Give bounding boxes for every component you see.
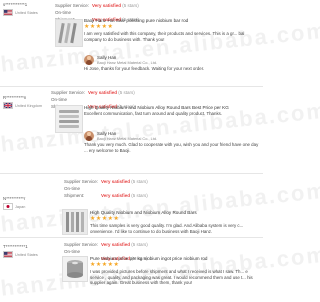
jp-flag-icon (3, 203, 13, 210)
buyer-name: R**********n (3, 95, 27, 100)
divider (0, 86, 263, 87)
reply-text: Hi Jose, thanks for your feedback. Waiti… (84, 66, 205, 71)
buyer-country: United States (3, 9, 38, 16)
review-content: High Quality Niobium and Niobium Alloy R… (84, 105, 260, 117)
country-name: United Kingdom (15, 103, 43, 108)
supplier-service-stars: (5 stars) (131, 179, 148, 184)
country-name: United States (15, 252, 38, 257)
country-name: United States (15, 10, 38, 15)
review-comment: I am very satisfied with this company, t… (84, 31, 245, 42)
product-thumbnail[interactable] (55, 105, 83, 133)
review-comment: This time samples is very good quality. … (90, 223, 244, 234)
divider (0, 237, 263, 238)
review-content: Pure niobium price per kg niobium ingot … (90, 256, 260, 286)
seller-company: Baoji Hanz Metal Material Co., Ltd. (97, 136, 158, 141)
buyer-country: Japan (3, 203, 25, 210)
supplier-service-label: Supplier Service: (55, 3, 90, 8)
us-flag-icon (3, 9, 13, 16)
buyer-country: United States (3, 251, 38, 258)
review-stars: ★★★★★ (90, 262, 120, 268)
buyer-country: United Kingdom (3, 102, 42, 109)
seller-reply: Sally Han Baoji Hanz Metal Material Co.,… (84, 131, 260, 153)
product-thumbnail[interactable] (55, 19, 83, 47)
us-flag-icon (3, 251, 13, 258)
buyer-info: s***********1 United States (3, 2, 38, 16)
supplier-service-label: Supplier Service: (51, 90, 86, 95)
seller-avatar (84, 55, 94, 65)
on-time-shipment-stars: (5 stars) (131, 193, 148, 198)
buyer-name: s***********1 (3, 2, 28, 7)
review-stars: ★★★★★ (90, 216, 120, 222)
supplier-service-value: Very satisfied (92, 3, 122, 8)
buyer-name: T***********1 (3, 244, 28, 249)
supplier-service-value: Very satisfied (101, 179, 131, 184)
buyer-info: N**********r Japan (3, 196, 25, 210)
review-content: Baoji Hanz Hot Sale polishing pure niobi… (84, 18, 260, 42)
uk-flag-icon (3, 102, 13, 109)
rating-summary: Supplier Service: Very satisfied (5 stars… (64, 178, 148, 199)
divider (0, 173, 263, 174)
on-time-shipment-label: On-time Shipment: (64, 186, 85, 198)
buyer-name: N**********r (3, 196, 26, 201)
seller-company: Baoji Hanz Metal Material Co., Ltd. (97, 60, 158, 65)
review-comment: Excellent communication, fast turn aroun… (84, 111, 223, 116)
supplier-service-value: Very satisfied (101, 242, 131, 247)
seller-reply: Sally Han Baoji Hanz Metal Material Co.,… (84, 55, 260, 72)
supplier-service-label: Supplier Service: (64, 179, 99, 184)
on-time-shipment-value: Very satisfied (101, 193, 131, 198)
country-name: Japan (15, 204, 26, 209)
review-stars: ★★★★★ (84, 24, 114, 30)
product-thumbnail[interactable] (62, 209, 88, 235)
supplier-service-stars: (5 stars) (122, 3, 139, 8)
review-content: High Quality Niobium and Niobium Alloy R… (90, 210, 260, 234)
buyer-info: R**********n United Kingdom (3, 95, 42, 109)
supplier-service-stars: (5 stars) (118, 90, 135, 95)
supplier-service-value: Very satisfied (88, 90, 118, 95)
supplier-service-stars: (5 stars) (131, 242, 148, 247)
seller-avatar (84, 131, 94, 141)
supplier-service-label: Supplier Service: (64, 242, 99, 247)
reply-text: Thank you very much. Glad to cooperate w… (84, 142, 259, 153)
buyer-info: T***********1 United States (3, 244, 38, 258)
product-thumbnail[interactable] (62, 256, 88, 282)
review-comment: I was provided pictures before shipment … (90, 269, 253, 286)
